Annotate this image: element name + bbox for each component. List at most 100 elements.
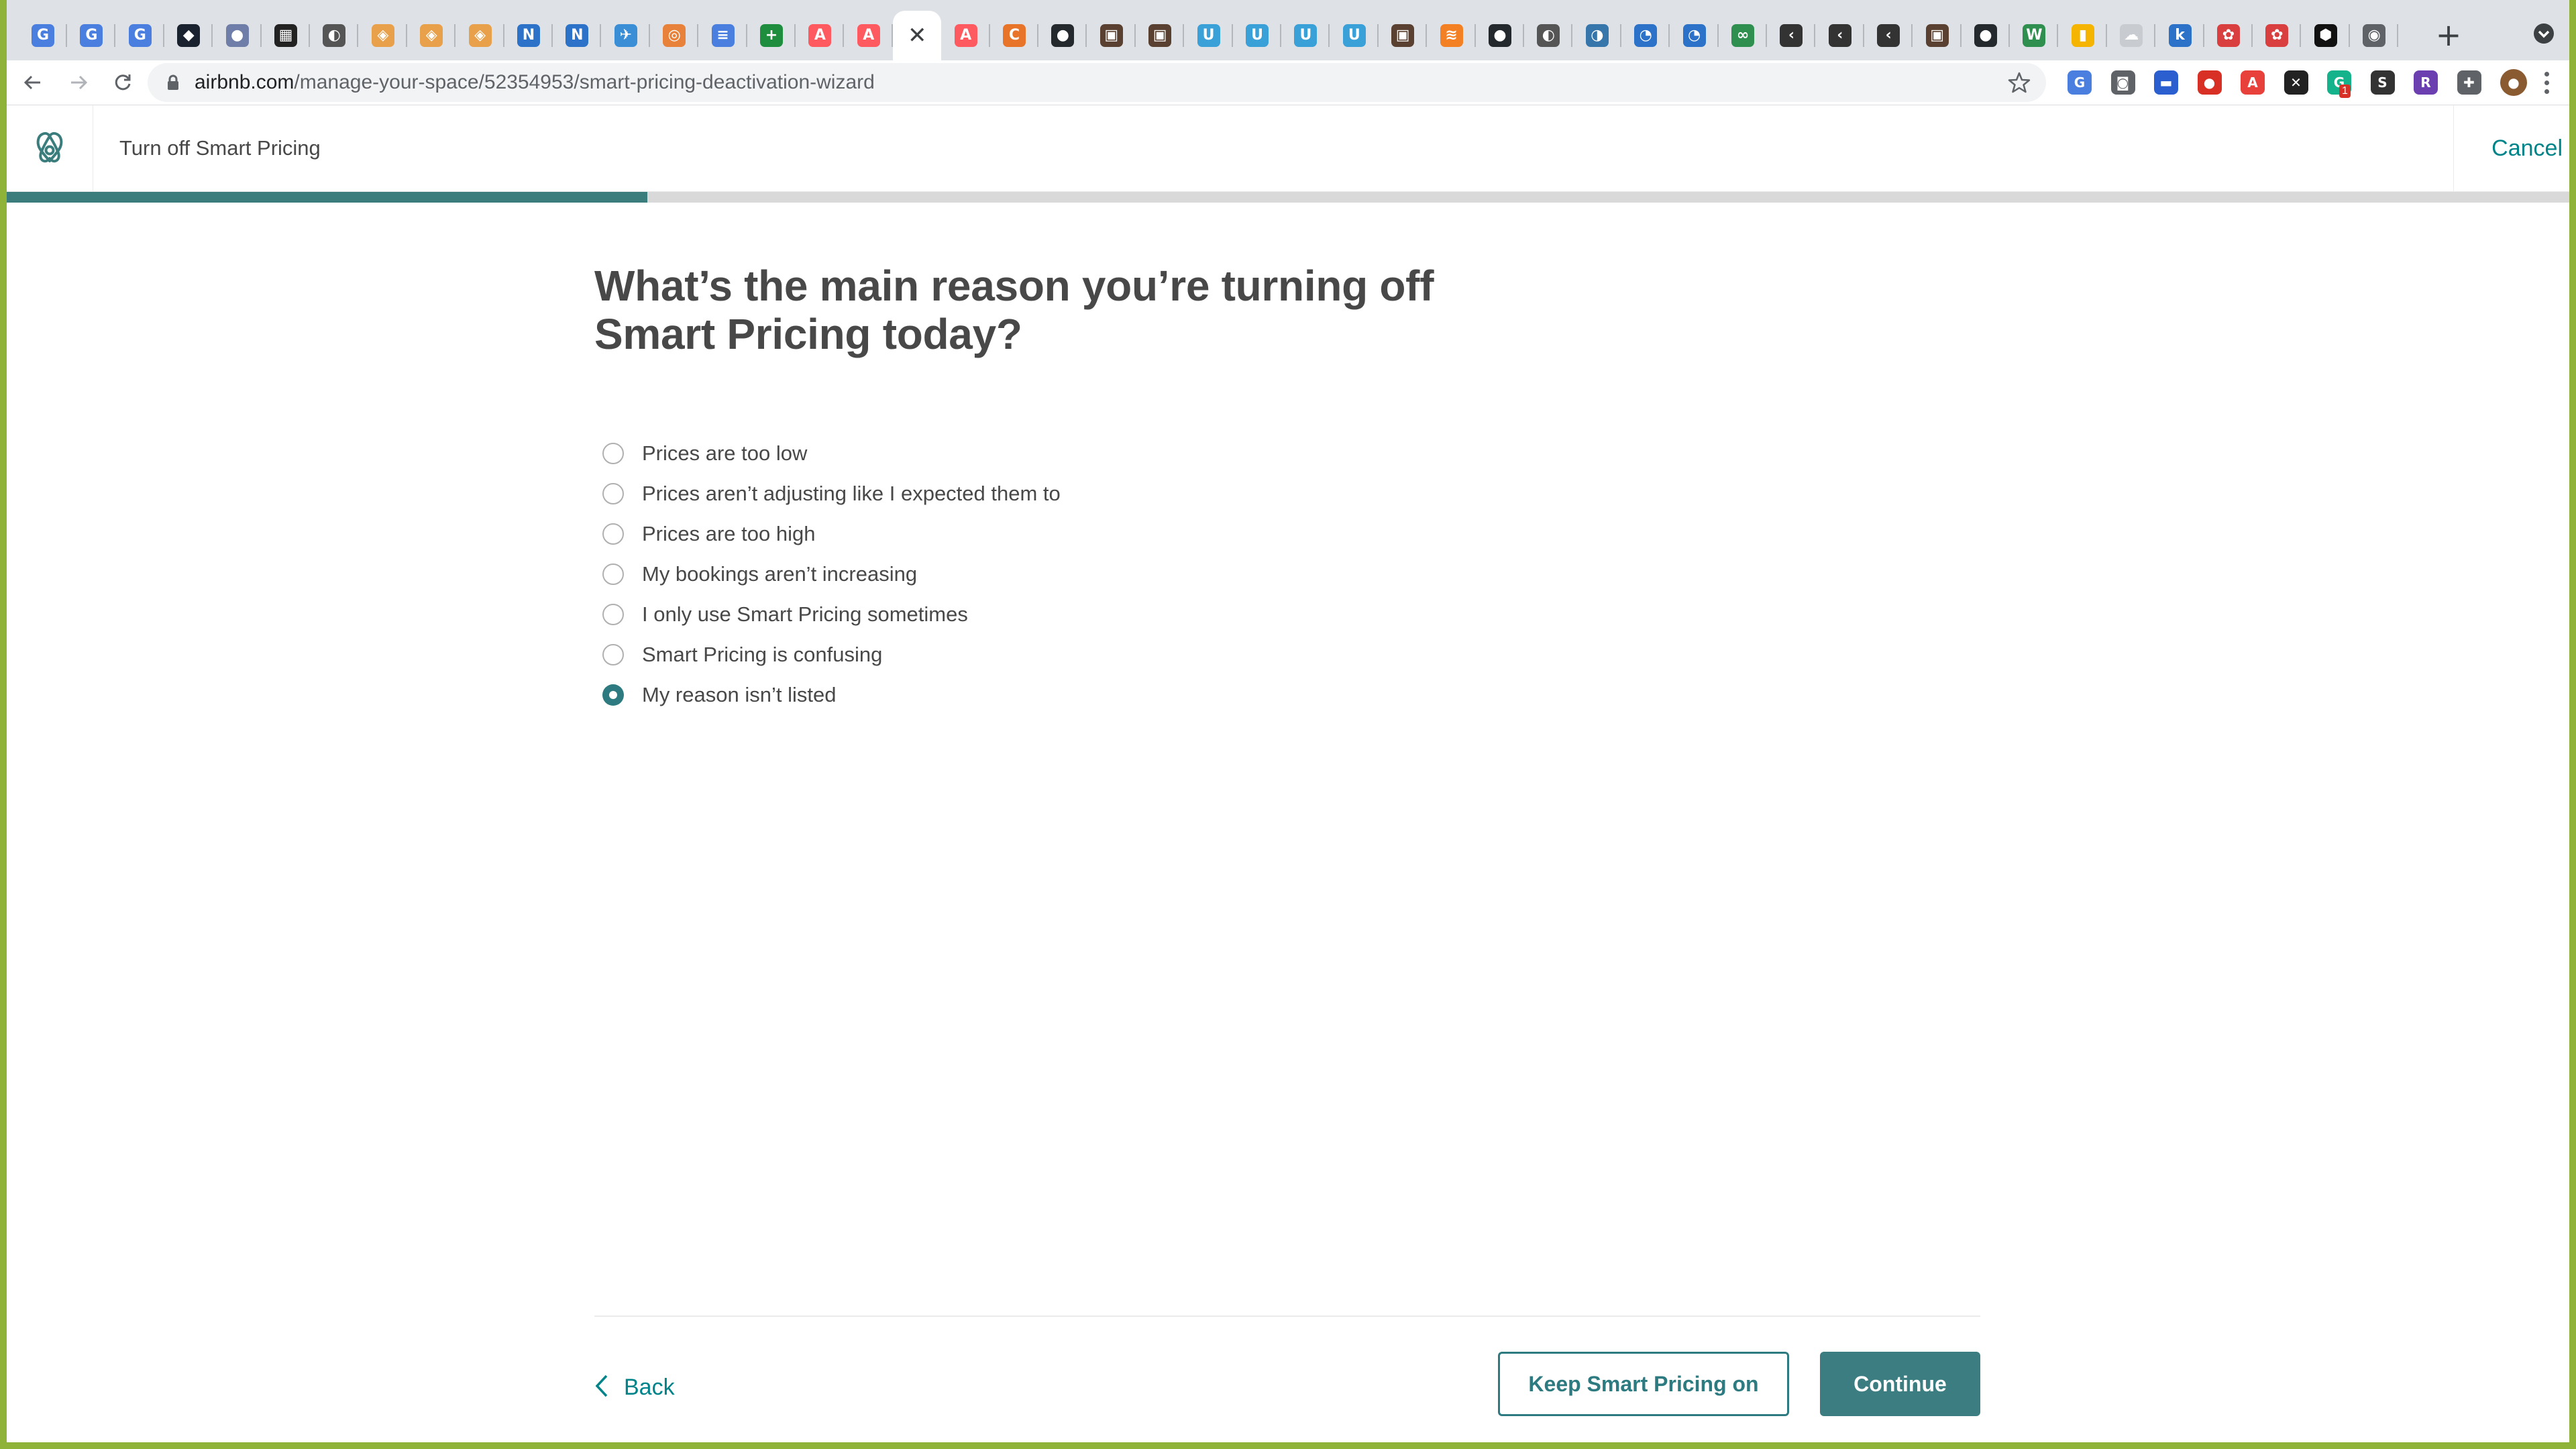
browser-tab[interactable]: N [553,11,602,60]
browser-tab[interactable]: ● [1476,11,1524,60]
chart-icon: ▦ [274,24,297,47]
reload-icon[interactable] [106,66,140,99]
browser-menu-icon[interactable] [2533,69,2560,96]
browser-tab[interactable]: k [2156,11,2204,60]
lock-icon [166,74,180,94]
shield-icon: ◈ [371,24,394,47]
browser-tab[interactable]: ✿ [2204,11,2253,60]
browser-tab[interactable]: ◈ [456,11,504,60]
reason-option[interactable]: Prices are too high [594,514,1980,554]
u-logo-icon: U [1294,24,1318,47]
browser-tab[interactable]: A [942,11,990,60]
cloud-icon: ☁ [2120,24,2143,47]
browser-tab[interactable]: ◔ [1670,11,1719,60]
browser-tab[interactable]: ◈ [407,11,456,60]
browser-tab[interactable]: ✈ [602,11,650,60]
radio-button[interactable] [602,443,624,464]
radio-button-selected[interactable] [602,684,624,706]
r-extension-icon[interactable]: R [2414,70,2438,95]
browser-tab[interactable]: G [19,11,67,60]
calendar-extension-icon[interactable]: ▬ [2154,70,2178,95]
new-tab-button[interactable]: + [2430,16,2467,54]
u-logo-icon: U [1342,24,1366,47]
browser-tab[interactable]: U [1233,11,1281,60]
profile-avatar-icon[interactable]: ● [2500,69,2527,96]
forward-arrow-icon[interactable] [62,66,95,99]
browser-tab[interactable]: ≋ [1428,11,1476,60]
radio-button[interactable] [602,564,624,585]
continue-button[interactable]: Continue [1820,1352,1980,1416]
record-extension-icon[interactable]: ● [2197,70,2222,95]
sb-extension-icon[interactable]: S [2370,70,2395,95]
browser-tab[interactable]: + [747,11,796,60]
tab-active[interactable]: ✕ [893,11,942,60]
radio-button[interactable] [602,644,624,665]
browser-tab[interactable]: A [845,11,893,60]
browser-tab[interactable]: G [67,11,116,60]
browser-tab[interactable]: ▣ [1913,11,1962,60]
browser-tab[interactable]: ▮ [2059,11,2107,60]
puzzle-extensions-icon[interactable]: ✚ [2457,70,2481,95]
browser-tab[interactable]: ● [213,11,262,60]
browser-tab[interactable]: ◈ [359,11,407,60]
keep-smart-pricing-button[interactable]: Keep Smart Pricing on [1498,1352,1789,1416]
browser-tab[interactable]: ● [1962,11,2010,60]
browser-tab[interactable]: ‹ [1767,11,1816,60]
back-button[interactable]: Back [594,1352,675,1423]
translate-extension-icon[interactable]: G [2068,70,2092,95]
browser-tab[interactable]: ▣ [1087,11,1136,60]
browser-tab[interactable]: ‹ [1816,11,1864,60]
radio-button[interactable] [602,523,624,545]
browser-tab[interactable]: ◐ [310,11,359,60]
airbnb-icon: A [954,24,977,47]
tab-search-icon[interactable] [2529,19,2559,48]
browser-tab[interactable]: ⬢ [2302,11,2350,60]
reason-option[interactable]: Prices aren’t adjusting like I expected … [594,474,1980,514]
browser-tab[interactable]: ◉ [2350,11,2399,60]
browser-tab[interactable]: ∞ [1719,11,1767,60]
hexagon-icon: ⬢ [2314,24,2337,47]
browser-tab[interactable]: ≡ [699,11,747,60]
radio-button[interactable] [602,483,624,504]
reason-option[interactable]: Smart Pricing is confusing [594,635,1980,675]
browser-tab[interactable]: C [990,11,1038,60]
address-bar[interactable]: airbnb.com/manage-your-space/52354953/sm… [148,63,2046,102]
browser-tab[interactable]: U [1330,11,1379,60]
browser-tab[interactable]: ◎ [650,11,699,60]
back-label: Back [624,1374,675,1400]
browser-tab[interactable]: ▦ [262,11,310,60]
hexagon-icon: ◆ [177,24,201,47]
browser-tab[interactable]: N [504,11,553,60]
reason-option[interactable]: I only use Smart Pricing sometimes [594,594,1980,635]
browser-tab[interactable]: ▣ [1379,11,1428,60]
adblock-extension-icon[interactable]: A [2241,70,2265,95]
cancel-link[interactable]: Cancel [2491,105,2563,191]
browser-tab[interactable]: ◐ [1524,11,1573,60]
browser-tab[interactable]: U [1185,11,1233,60]
reason-option[interactable]: Prices are too low [594,433,1980,474]
browser-tab[interactable]: ‹ [1864,11,1913,60]
browser-tab[interactable]: A [796,11,845,60]
x-extension-icon[interactable]: ✕ [2284,70,2308,95]
browser-tab[interactable]: ◆ [164,11,213,60]
browser-tab[interactable]: ▣ [1136,11,1185,60]
radio-button[interactable] [602,604,624,625]
browser-tab[interactable]: G [116,11,164,60]
circle-icon: ● [225,24,249,47]
airbnb-logo-icon[interactable] [7,105,93,191]
browser-tab[interactable]: U [1281,11,1330,60]
browser-tab[interactable]: ● [1038,11,1087,60]
close-icon[interactable]: ✕ [906,24,928,47]
reason-option[interactable]: My bookings aren’t increasing [594,554,1980,594]
globe-icon: ◐ [1537,24,1560,47]
browser-tab[interactable]: ☁ [2107,11,2156,60]
browser-tab[interactable]: W [2010,11,2059,60]
browser-tab[interactable]: ◔ [1621,11,1670,60]
browser-tab[interactable]: ✿ [2253,11,2302,60]
screenshot-extension-icon[interactable]: ◙ [2110,70,2135,95]
back-arrow-icon[interactable] [16,66,50,99]
browser-tab[interactable]: ◑ [1573,11,1621,60]
google-sheets-plus-icon: + [760,24,783,47]
bookmark-star-icon[interactable] [2007,70,2031,98]
reason-option[interactable]: My reason isn’t listed [594,675,1980,715]
